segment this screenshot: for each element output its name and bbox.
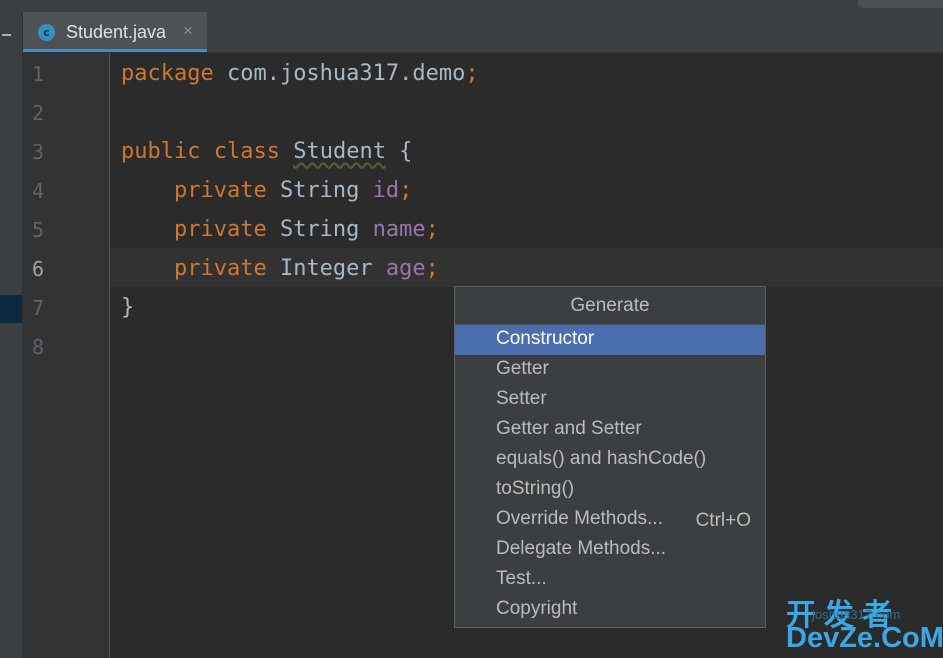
menu-item-label: toString() [496,478,575,499]
toolbar-button[interactable] [858,0,943,8]
menu-item-label: Setter [496,388,547,409]
editor-tab-bar: c Student.java × [23,12,943,53]
line-number: 8 [32,335,45,359]
popup-title: Generate [455,287,765,325]
menu-item-label: Override Methods... [496,508,663,529]
class-name: Student [293,139,386,164]
tab-label: Student.java [66,22,167,42]
code-line-1[interactable]: package com.joshua317.demo; [121,54,479,93]
tab-student-java[interactable]: c Student.java × [23,12,207,52]
watermark-overlay: joshua317.com [812,607,901,622]
code-line-7[interactable]: } [121,288,134,327]
line-number: 2 [32,101,45,125]
collapse-icon[interactable] [2,34,11,36]
menu-item-label: Getter and Setter [496,418,642,439]
menu-item-shortcut: Ctrl+O [695,510,751,531]
package-name: com.joshua317.demo [213,61,466,86]
close-icon[interactable]: × [183,21,193,41]
menu-item-delegate-methods[interactable]: Delegate Methods... [455,535,765,565]
field-name: id [372,178,400,203]
watermark-logo: 开发者 joshua317.com DevZe.CoM [786,590,943,656]
keyword: private [173,178,267,203]
field-name: name [372,217,426,242]
menu-item-test[interactable]: Test... [455,565,765,595]
field-name: age [385,256,426,281]
keyword: private [173,256,267,281]
menu-item-getter-setter[interactable]: Getter and Setter [455,415,765,445]
line-number: 1 [32,62,45,86]
menu-item-label: Getter [496,358,549,379]
semicolon: ; [425,217,439,242]
keyword: private [173,217,267,242]
semicolon: ; [399,178,413,203]
code-line-3[interactable]: public class Student { [121,132,412,171]
open-brace: { [385,139,413,164]
line-number-current: 6 [32,257,45,281]
keyword: public [121,139,201,164]
menu-item-label: Test... [496,568,547,589]
menu-item-copyright[interactable]: Copyright [455,595,765,625]
watermark-line2: DevZe.CoM [786,622,943,654]
semicolon: ; [425,256,439,281]
menu-item-setter[interactable]: Setter [455,385,765,415]
menu-item-label: Constructor [496,328,595,349]
code-line-6[interactable]: private Integer age; [121,249,439,288]
keyword: package [121,61,214,86]
type-name: String [266,217,373,242]
menu-item-label: Delegate Methods... [496,538,667,559]
semicolon: ; [465,61,479,86]
code-line-4[interactable]: private String id; [121,171,412,210]
line-number: 5 [32,218,45,242]
left-tool-strip [0,12,23,658]
class-c-icon: c [38,24,55,41]
current-line-marker [0,295,22,323]
line-number: 4 [32,179,45,203]
menu-item-override-methods[interactable]: Override Methods... Ctrl+O [455,505,765,535]
code-line-5[interactable]: private String name; [121,210,439,249]
generate-popup: Generate Constructor Getter Setter Gette… [454,286,766,628]
menu-item-label: equals() and hashCode() [496,448,707,469]
menu-item-getter[interactable]: Getter [455,355,765,385]
menu-item-label: Copyright [496,598,578,619]
menu-item-constructor[interactable]: Constructor [455,325,765,355]
close-brace: } [121,295,135,320]
keyword: class [213,139,280,164]
type-name: String [266,178,373,203]
line-number-gutter: 1 2 3 4 5 6 7 8 [23,53,110,658]
menu-item-equals-hashcode[interactable]: equals() and hashCode() [455,445,765,475]
type-name: Integer [266,256,386,281]
line-number: 3 [32,140,45,164]
menu-item-tostring[interactable]: toString() [455,475,765,505]
line-number: 7 [32,296,45,320]
